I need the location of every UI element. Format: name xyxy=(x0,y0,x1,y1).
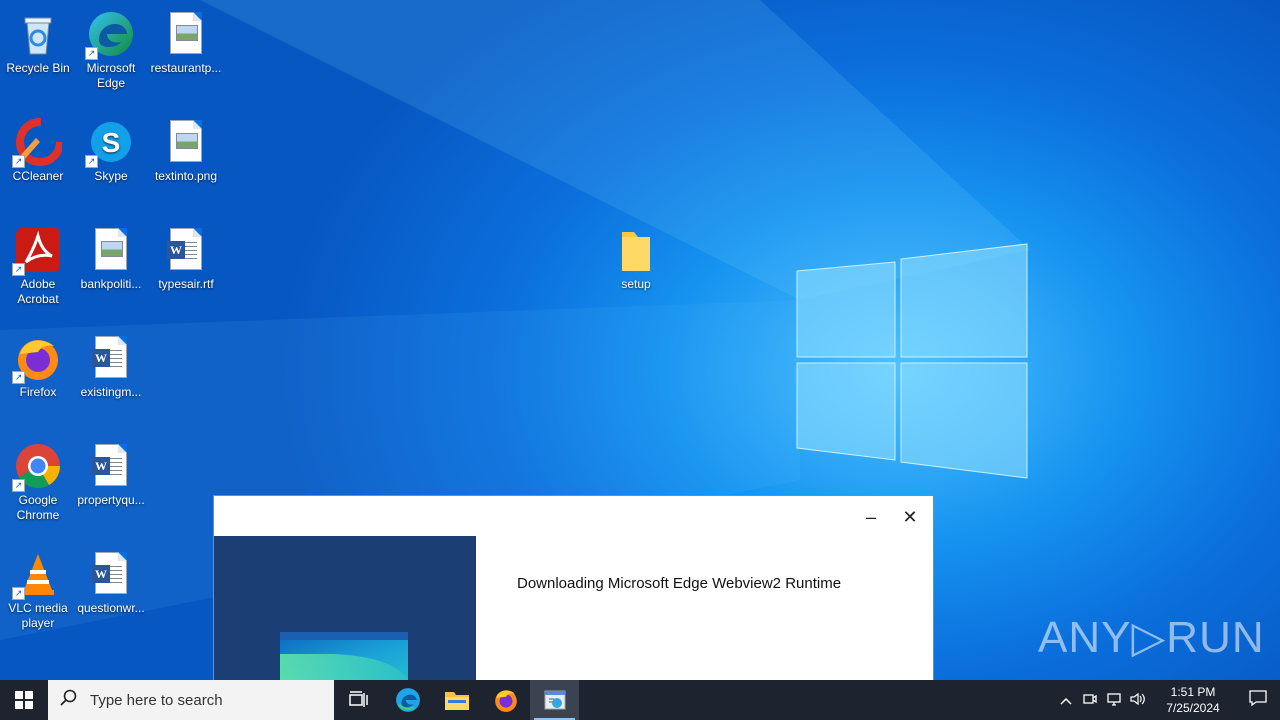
word-document-icon: W xyxy=(87,334,135,382)
search-placeholder: Type here to search xyxy=(90,691,223,709)
acrobat-icon: ↗ xyxy=(12,226,62,276)
chrome-icon: ↗ xyxy=(12,442,62,492)
desktop-icon-restaurant-file[interactable]: restaurantp... xyxy=(148,4,224,104)
desktop-icon-adobe-acrobat[interactable]: ↗ Adobe Acrobat xyxy=(0,220,76,320)
desktop-icon-questionwr[interactable]: W questionwr... xyxy=(73,544,149,644)
installer-side-panel xyxy=(214,536,476,696)
desktop-icon-bankpoliti[interactable]: bankpoliti... xyxy=(73,220,149,320)
image-file-icon xyxy=(162,10,210,58)
edge-icon xyxy=(395,688,420,712)
desktop-icon-textinto[interactable]: textinto.png xyxy=(148,112,224,212)
desktop-icon-ccleaner[interactable]: ↗ CCleaner xyxy=(0,112,76,212)
svg-text:S: S xyxy=(102,127,121,158)
meet-now-icon[interactable] xyxy=(1078,692,1102,709)
clock-date: 7/25/2024 xyxy=(1166,701,1220,715)
taskbar-edge[interactable] xyxy=(383,680,432,720)
taskbar: Type here to search 1:51 PM 7/25/2024 xyxy=(0,680,1280,720)
taskbar-file-explorer[interactable] xyxy=(432,680,481,720)
task-view-button[interactable] xyxy=(334,680,383,720)
firefox-icon: ↗ xyxy=(12,334,62,384)
download-status-message: Downloading Microsoft Edge Webview2 Runt… xyxy=(517,575,842,592)
search-icon xyxy=(60,689,82,711)
installer-window[interactable]: – ✕ Downloading Microsoft Edge Webview2 … xyxy=(213,495,934,696)
skype-icon: S ↗ xyxy=(85,118,135,168)
desktop-icon-skype[interactable]: S ↗ Skype xyxy=(73,112,149,212)
minimize-button[interactable]: – xyxy=(855,504,887,530)
word-document-icon: W xyxy=(162,226,210,274)
desktop-icon-typesair[interactable]: W typesair.rtf xyxy=(148,220,224,320)
ccleaner-icon: ↗ xyxy=(12,118,64,168)
windows-logo-icon xyxy=(15,691,33,709)
folder-icon xyxy=(612,226,660,274)
image-file-icon xyxy=(162,118,210,166)
word-document-icon: W xyxy=(87,442,135,490)
desktop-icon-existingm[interactable]: W existingm... xyxy=(73,328,149,428)
notification-center-icon[interactable] xyxy=(1236,689,1280,711)
desktop-icon-setup-folder[interactable]: setup xyxy=(598,220,674,320)
taskbar-installer[interactable] xyxy=(530,680,579,720)
network-icon[interactable] xyxy=(1102,692,1126,709)
volume-icon[interactable] xyxy=(1126,692,1150,709)
image-file-icon xyxy=(87,226,135,274)
taskbar-firefox[interactable] xyxy=(481,680,530,720)
task-view-icon xyxy=(348,691,368,707)
start-button[interactable] xyxy=(0,680,48,720)
desktop-icon-google-chrome[interactable]: ↗ Google Chrome xyxy=(0,436,76,536)
desktop-icon-vlc[interactable]: ↗ VLC media player xyxy=(0,544,76,644)
vlc-icon: ↗ xyxy=(12,550,62,600)
file-explorer-icon xyxy=(444,692,469,710)
desktop-icon-firefox[interactable]: ↗ Firefox xyxy=(0,328,76,428)
edge-icon: ↗ xyxy=(85,10,135,60)
desktop-icon-microsoft-edge[interactable]: ↗ Microsoft Edge xyxy=(73,4,149,104)
installer-icon xyxy=(544,690,565,710)
chevron-up-icon[interactable] xyxy=(1054,693,1078,708)
system-tray: 1:51 PM 7/25/2024 xyxy=(1054,680,1280,720)
anyrun-watermark: ANY▷RUN xyxy=(1038,613,1265,662)
window-titlebar[interactable]: – ✕ xyxy=(214,496,933,536)
firefox-icon xyxy=(494,690,517,712)
taskbar-clock[interactable]: 1:51 PM 7/25/2024 xyxy=(1158,684,1228,716)
close-button[interactable]: ✕ xyxy=(894,504,926,530)
desktop-icon-propertyqu[interactable]: W propertyqu... xyxy=(73,436,149,536)
recycle-bin-icon xyxy=(14,10,62,58)
word-document-icon: W xyxy=(87,550,135,598)
desktop-icon-recycle-bin[interactable]: Recycle Bin xyxy=(0,4,76,104)
taskbar-search-box[interactable]: Type here to search xyxy=(48,680,334,720)
clock-time: 1:51 PM xyxy=(1170,685,1216,699)
